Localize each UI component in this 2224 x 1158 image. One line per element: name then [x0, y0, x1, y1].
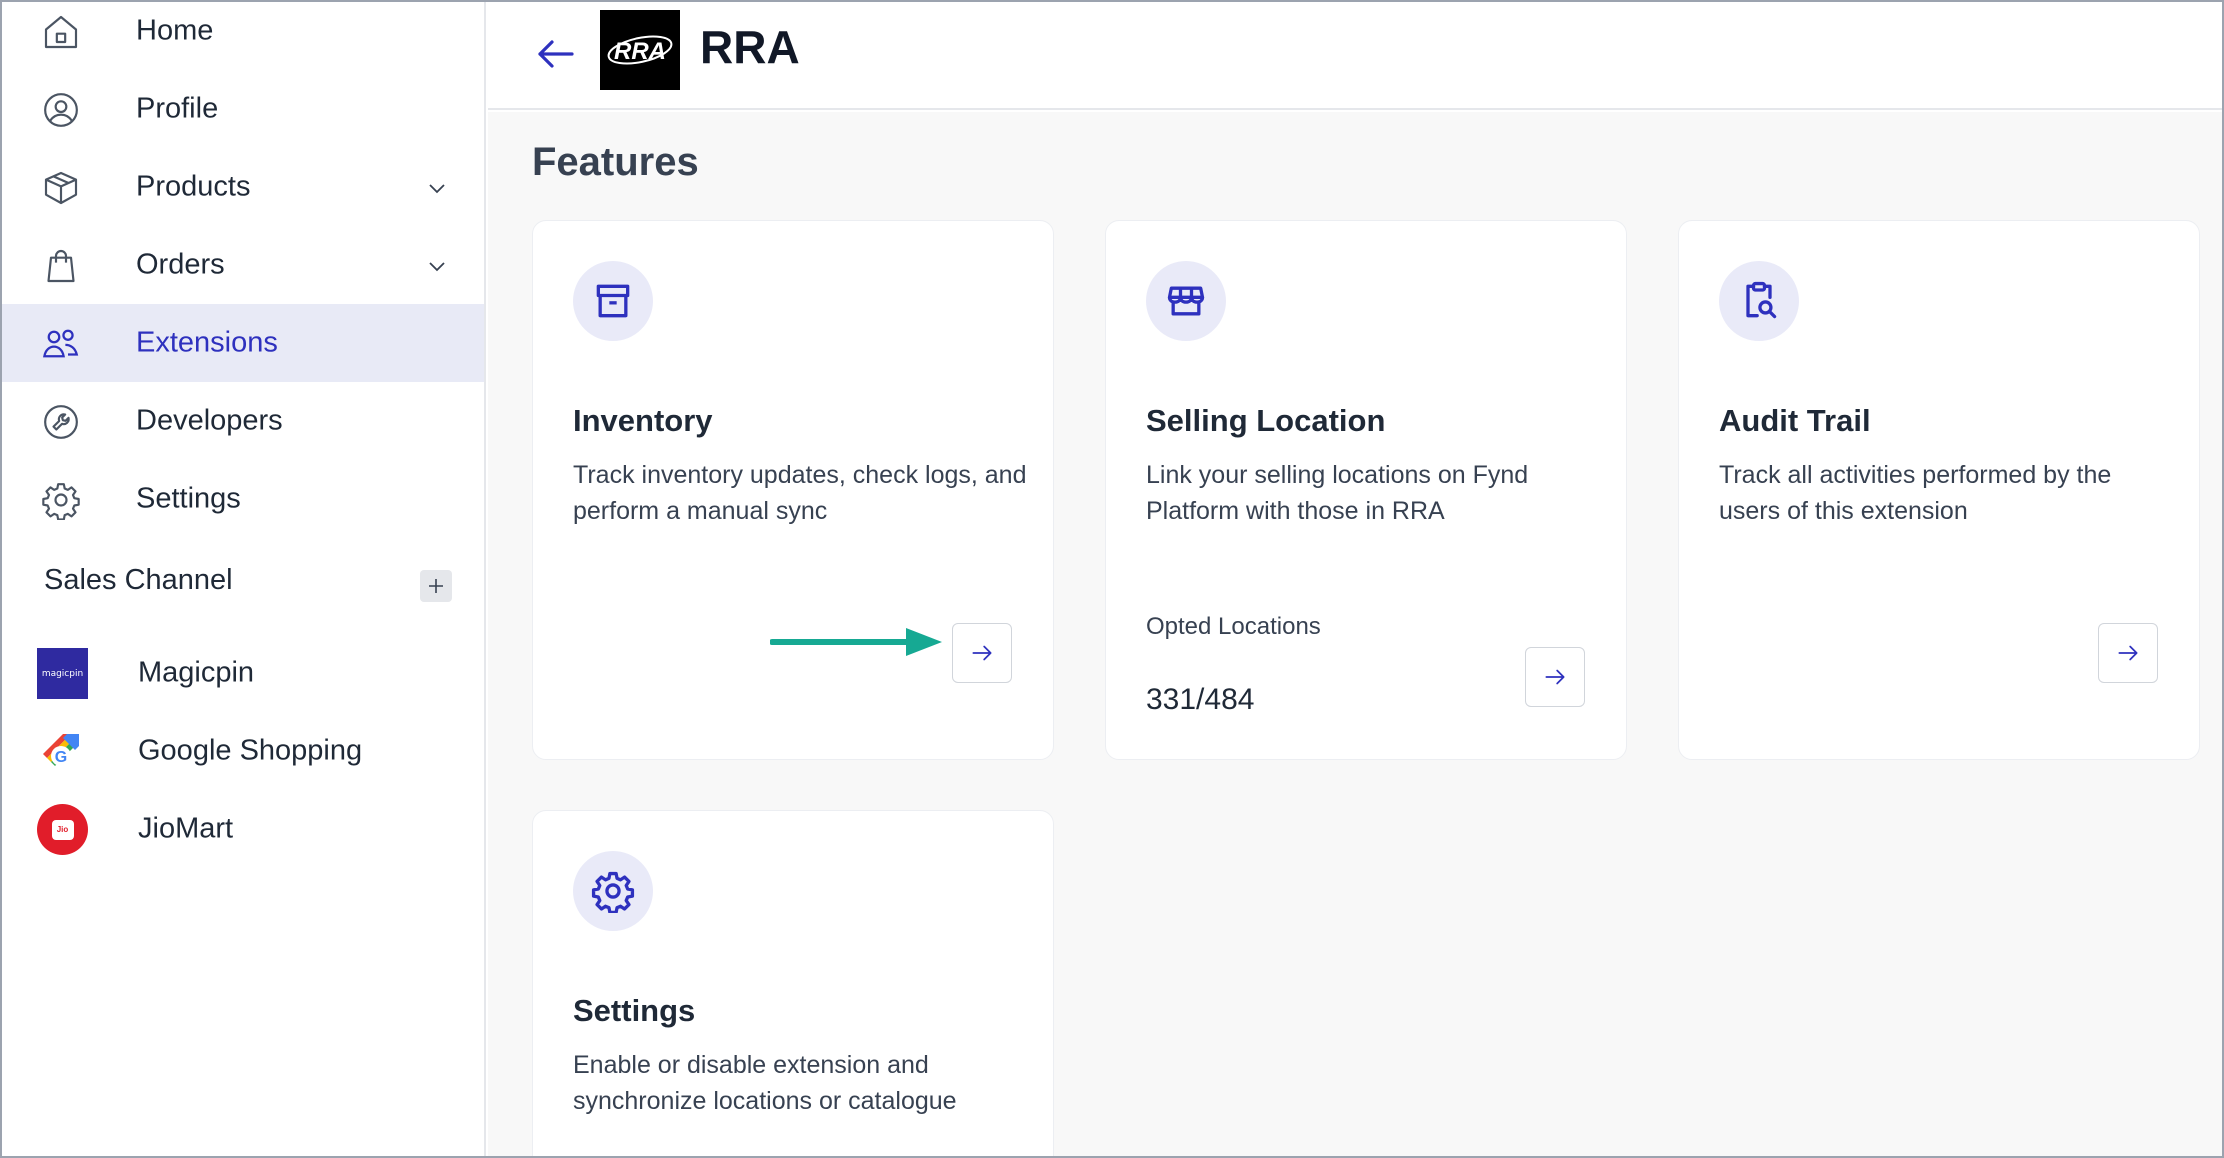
sidebar-item-products[interactable]: Products [2, 148, 484, 226]
sidebar-item-profile[interactable]: Profile [2, 70, 484, 148]
shopping-bag-icon [40, 245, 82, 287]
channel-label: Google Shopping [138, 734, 363, 767]
chevron-down-icon[interactable] [422, 173, 452, 203]
opted-locations-label: Opted Locations [1146, 613, 1321, 640]
users-icon [40, 323, 82, 365]
box-icon [40, 167, 82, 209]
feature-card-settings: Settings Enable or disable extension and… [532, 810, 1054, 1156]
arrow-right-icon [1545, 669, 1565, 685]
sidebar-item-developers[interactable]: Developers [2, 382, 484, 460]
jiomart-logo-text: Jio [56, 825, 69, 834]
card-title: Audit Trail [1719, 403, 1871, 438]
channel-item-google-shopping[interactable]: G Google Shopping [2, 712, 484, 790]
card-title: Settings [573, 993, 696, 1028]
opted-locations-count: 331/484 [1146, 683, 1255, 716]
sidebar: Home Profile Products Orders Extensions … [2, 2, 486, 1156]
sidebar-item-label: Developers [136, 404, 283, 437]
card-description: Track all activities performed by the us… [1719, 461, 2112, 525]
add-sales-channel-button[interactable] [420, 570, 452, 602]
gear-icon [40, 479, 82, 521]
feature-card-selling-location: Selling Location Link your selling locat… [1105, 220, 1627, 760]
sidebar-item-settings[interactable]: Settings [2, 460, 484, 538]
jiomart-logo: Jio [37, 804, 88, 855]
chevron-down-icon[interactable] [422, 251, 452, 281]
feature-card-inventory: Inventory Track inventory updates, check… [532, 220, 1054, 760]
magicpin-logo-text: magicpin [41, 668, 84, 679]
svg-text:RRA: RRA [614, 38, 666, 65]
sidebar-item-label: Settings [136, 482, 241, 515]
sidebar-item-label: Home [136, 14, 214, 47]
sidebar-item-label: Extensions [136, 326, 278, 359]
open-audit-trail-button[interactable] [2098, 623, 2158, 683]
section-title: Features [532, 140, 699, 184]
arrow-right-icon [2118, 645, 2138, 661]
svg-text:G: G [55, 749, 67, 766]
back-button[interactable] [530, 28, 582, 80]
card-description: Track inventory updates, check logs, and… [573, 461, 1027, 525]
main-content: Features Inventory Track inventory updat… [488, 112, 2222, 1156]
page-header: RRA RRA [488, 2, 2222, 110]
card-description: Enable or disable extension and synchron… [573, 1051, 957, 1115]
google-shopping-logo: G [37, 726, 88, 777]
channel-label: Magicpin [138, 656, 255, 689]
user-circle-icon [40, 89, 82, 131]
channel-item-magicpin[interactable]: magicpin Magicpin [2, 634, 484, 712]
archive-icon [573, 261, 653, 341]
sales-channel-heading: Sales Channel [44, 564, 233, 596]
open-selling-location-button[interactable] [1525, 647, 1585, 707]
jiomart-bag-icon: Jio [51, 819, 74, 840]
card-title: Inventory [573, 403, 713, 438]
store-icon [1146, 261, 1226, 341]
card-title: Selling Location [1146, 403, 1386, 438]
home-icon [40, 11, 82, 53]
arrow-left-icon [538, 40, 574, 68]
feature-card-audit-trail: Audit Trail Track all activities perform… [1678, 220, 2200, 760]
card-description: Link your selling locations on Fynd Plat… [1146, 461, 1529, 525]
arrow-right-icon [972, 645, 992, 661]
annotation-arrow-icon [770, 628, 942, 656]
magicpin-logo: magicpin [37, 648, 88, 699]
sidebar-item-label: Products [136, 170, 251, 203]
clipboard-search-icon [1719, 261, 1799, 341]
sidebar-item-orders[interactable]: Orders [2, 226, 484, 304]
wrench-icon [40, 401, 82, 443]
sidebar-item-extensions[interactable]: Extensions [2, 304, 484, 382]
open-inventory-button[interactable] [952, 623, 1012, 683]
sidebar-item-label: Profile [136, 92, 219, 125]
app-window: Home Profile Products Orders Extensions … [0, 0, 2224, 1158]
gear-icon [573, 851, 653, 931]
sidebar-item-home[interactable]: Home [2, 2, 484, 70]
channel-label: JioMart [138, 812, 234, 845]
sidebar-item-label: Orders [136, 248, 225, 281]
rra-logo: RRA [600, 10, 680, 90]
channel-item-jiomart[interactable]: Jio JioMart [2, 790, 484, 868]
page-title: RRA [700, 21, 800, 73]
